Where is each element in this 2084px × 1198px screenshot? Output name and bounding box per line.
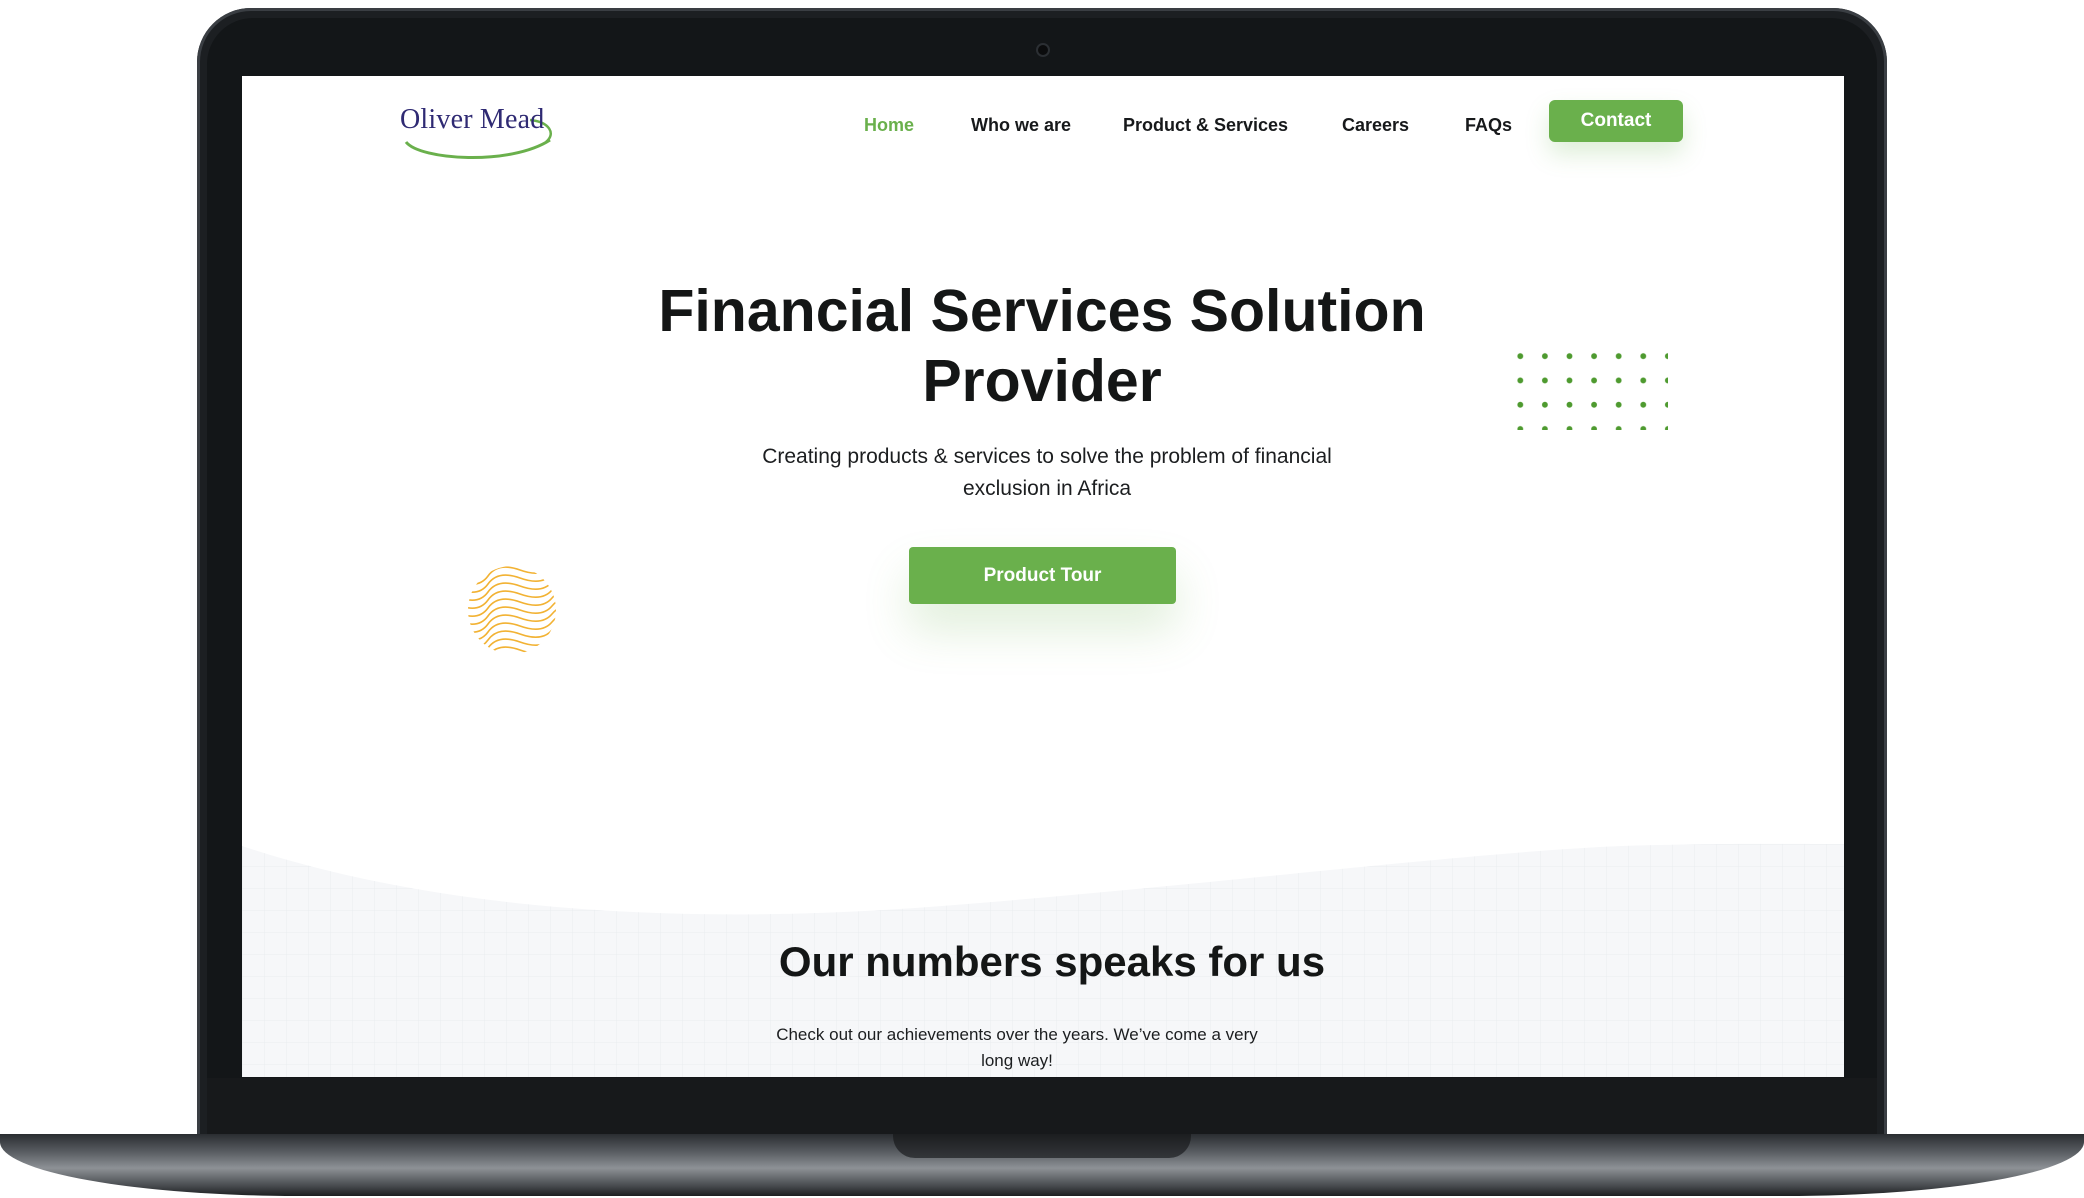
hero-subtitle: Creating products & services to solve th… bbox=[722, 441, 1372, 505]
camera-icon bbox=[1036, 43, 1050, 57]
nav-item-who-we-are[interactable]: Who we are bbox=[971, 110, 1071, 140]
nav-item-product-services[interactable]: Product & Services bbox=[1123, 110, 1288, 140]
hero-title-line1: Financial Services Solution bbox=[658, 278, 1426, 344]
squiggle-circle-icon bbox=[468, 566, 556, 654]
website-screen: Oliver Mead Home Who we are Product & Se… bbox=[242, 76, 1844, 1077]
hero-title-line2: Provider bbox=[922, 348, 1162, 414]
contact-button[interactable]: Contact bbox=[1549, 100, 1683, 142]
hero-subtitle-line1: Creating products & services to solve th… bbox=[762, 445, 1332, 468]
hero-subtitle-line2: exclusion in Africa bbox=[962, 477, 1132, 500]
numbers-title: Our numbers speaks for us bbox=[778, 938, 1326, 985]
nav-item-faqs[interactable]: FAQs bbox=[1465, 110, 1512, 140]
numbers-subtitle-line1: Check out our achievements over the year… bbox=[776, 1025, 1258, 1044]
numbers-subtitle: Check out our achievements over the year… bbox=[752, 1022, 1282, 1074]
hero-title: Financial Services Solution Provider bbox=[542, 276, 1542, 416]
numbers-subtitle-line2: long way! bbox=[981, 1051, 1053, 1070]
nav-item-careers[interactable]: Careers bbox=[1342, 110, 1409, 140]
dot-grid-icon bbox=[1508, 344, 1668, 430]
laptop-notch bbox=[893, 1134, 1191, 1158]
product-tour-button[interactable]: Product Tour bbox=[909, 547, 1176, 604]
nav-item-home[interactable]: Home bbox=[864, 110, 914, 140]
laptop-chin bbox=[207, 1078, 1877, 1138]
